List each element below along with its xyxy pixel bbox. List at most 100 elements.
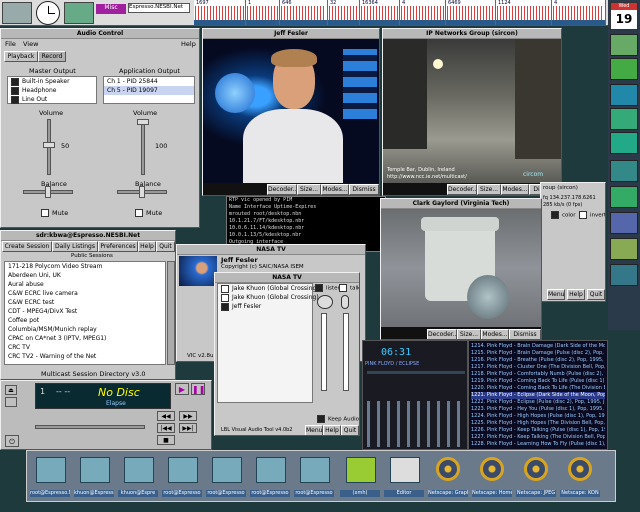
app-balance-thumb[interactable] xyxy=(139,186,145,198)
taskbar-icon-terminal[interactable]: khuon@Espre xyxy=(118,455,158,497)
quit-button[interactable]: Quit xyxy=(587,289,605,300)
xmms-equalizer[interactable] xyxy=(367,401,465,447)
power-icon[interactable]: ⏻ xyxy=(5,435,19,447)
dock-tile-1[interactable] xyxy=(610,34,638,56)
next-track-icon[interactable]: ▶▶| xyxy=(179,423,197,433)
listen-toggle[interactable]: listen xyxy=(315,284,341,292)
modes-button[interactable]: Modes... xyxy=(481,329,509,339)
mailbox-icon[interactable] xyxy=(2,2,32,24)
participant-item[interactable]: Jake Khuon (Global Crossing) xyxy=(218,284,319,293)
mute-checkbox[interactable] xyxy=(41,209,49,217)
session-item[interactable]: 171-218 Polycom Video Stream xyxy=(5,262,165,271)
session-item[interactable]: Coffee pot xyxy=(5,316,165,325)
taskbar-icon-netscape-wheel[interactable]: Netscape: Home xyxy=(472,455,512,497)
taskbar-icon-netscape-wheel[interactable]: Netscape: KON xyxy=(560,455,600,497)
playlist-item[interactable]: 1218. Pink Floyd - Comfortably Numb (Pul… xyxy=(471,371,605,378)
checkbox[interactable] xyxy=(551,211,559,219)
help-button[interactable]: Help xyxy=(323,425,341,435)
prev-track-icon[interactable]: |◀◀ xyxy=(157,423,175,433)
menu-button[interactable]: Menu xyxy=(305,425,323,435)
playlist-item[interactable]: 1219. Pink Floyd - Coming Back To Life (… xyxy=(471,378,605,385)
rewind-icon[interactable]: ◀◀ xyxy=(157,411,175,421)
app-mute[interactable]: Mute xyxy=(135,209,162,217)
quit-button[interactable]: Quit xyxy=(156,241,175,252)
cd-volume-slider[interactable] xyxy=(35,425,145,429)
playlist-item[interactable]: 1227. Pink Floyd - Keep Talking (The Div… xyxy=(471,434,605,441)
size-button[interactable]: Size... xyxy=(297,184,321,195)
checkbox[interactable] xyxy=(579,211,587,219)
app-volume-slider[interactable] xyxy=(141,119,145,175)
master-mute[interactable]: Mute xyxy=(41,209,68,217)
app-item[interactable]: Ch 5 - PID 19097 xyxy=(104,86,194,95)
microphone-icon[interactable] xyxy=(341,295,349,309)
talk-volume-slider[interactable] xyxy=(343,313,349,391)
master-item-speaker[interactable]: Built-in Speaker xyxy=(8,77,96,86)
decoder-button[interactable]: Decoder... xyxy=(447,184,478,195)
checkbox[interactable] xyxy=(221,284,229,293)
dock-tile-2[interactable] xyxy=(610,58,638,80)
eject-icon[interactable]: ⏏ xyxy=(5,385,17,395)
participant-item[interactable]: Jeff Fesler xyxy=(218,302,312,311)
menu-file[interactable]: File xyxy=(5,40,16,48)
checkbox[interactable] xyxy=(317,415,325,423)
playlist-item[interactable]: 1225. Pink Floyd - High Hopes (The Divis… xyxy=(471,420,605,427)
taskbar-icon-terminal[interactable]: root@Espresso xyxy=(162,455,202,497)
taskbar-icon-terminal[interactable]: root@Espresso xyxy=(206,455,246,497)
menu-help[interactable]: Help xyxy=(181,40,196,48)
stop-icon[interactable]: ■ xyxy=(157,435,175,445)
quit-button[interactable]: Quit xyxy=(341,425,359,435)
dock-tile-9[interactable] xyxy=(610,238,638,260)
playlist-item[interactable]: 1215. Pink Floyd - Brain Damage (Pulse (… xyxy=(471,350,605,357)
xmms-seek-bar[interactable] xyxy=(367,371,465,374)
session-item[interactable]: CPAC on CA*net 3 (IPTV, MPEG1) xyxy=(5,334,165,343)
taskbar-icon-editor[interactable]: Editor xyxy=(384,455,424,497)
color-toggle[interactable]: color xyxy=(551,211,576,219)
speaker-icon[interactable] xyxy=(317,295,333,309)
playlist-item[interactable]: 1221. Pink Floyd - Eclipse (Dark Side of… xyxy=(471,392,605,399)
dock-tile-6[interactable] xyxy=(610,160,638,182)
master-item-headphone[interactable]: Headphone xyxy=(8,86,96,95)
playlist-item[interactable]: 1222. Pink Floyd - Eclipse (Pulse (disc … xyxy=(471,399,605,406)
playlist-item[interactable]: 1214. Pink Floyd - Brain Damage (Dark Si… xyxy=(471,343,605,350)
invert-toggle[interactable]: invert xyxy=(579,211,605,219)
master-volume-thumb[interactable] xyxy=(43,142,55,148)
modes-button[interactable]: Modes... xyxy=(321,184,349,195)
dock-tile-10[interactable] xyxy=(610,264,638,286)
forward-icon[interactable]: ▶▶ xyxy=(179,411,197,421)
checkbox[interactable] xyxy=(339,284,347,292)
help-button[interactable]: Help xyxy=(567,289,585,300)
daily-listings-button[interactable]: Daily Listings xyxy=(52,241,98,252)
session-item[interactable]: CRC TV2 - Warning of the Net xyxy=(5,352,165,361)
session-item[interactable]: Columbia/MSM/Munich replay xyxy=(5,325,165,334)
dock-tile-8[interactable] xyxy=(610,212,638,234)
taskbar-icon-terminal[interactable]: khuon@Espresso.NESBI.Net xyxy=(74,455,114,497)
checkbox[interactable] xyxy=(221,293,229,302)
size-button[interactable]: Size... xyxy=(457,329,481,339)
dock-tile-5[interactable] xyxy=(610,132,638,154)
playlist-item[interactable]: 1228. Pink Floyd - Learning How To Fly (… xyxy=(471,441,605,448)
play-icon[interactable]: ▶ xyxy=(175,383,189,395)
menu-view[interactable]: View xyxy=(23,40,38,48)
taskbar-icon-terminal[interactable]: root@Espresso xyxy=(250,455,290,497)
mute-checkbox[interactable] xyxy=(135,209,143,217)
taskbar-icon-netscape-wheel[interactable]: Netscape: JPEG xyxy=(516,455,556,497)
decoder-button[interactable]: Decoder... xyxy=(267,184,298,195)
participant-item[interactable]: Jake Khuon (Global Crossing) xyxy=(218,293,319,302)
checkbox[interactable] xyxy=(11,77,19,86)
session-item[interactable]: C&W ECRC test xyxy=(5,298,165,307)
session-item[interactable]: Aberdeen Uni, UK xyxy=(5,271,165,280)
keep-audio-toggle[interactable]: Keep Audio xyxy=(317,415,359,423)
monitor-icon[interactable] xyxy=(64,2,94,24)
size-button[interactable]: Size... xyxy=(477,184,501,195)
preferences-button[interactable]: Preferences xyxy=(98,241,138,252)
video-thumbnail[interactable] xyxy=(179,256,217,286)
app-volume-thumb[interactable] xyxy=(137,119,149,125)
session-item[interactable]: CDT - MPEG4/DivX Test xyxy=(5,307,165,316)
dismiss-button[interactable]: Dismiss xyxy=(509,329,541,339)
modes-button[interactable]: Modes... xyxy=(501,184,529,195)
xmms-playlist[interactable]: 1214. Pink Floyd - Brain Damage (Dark Si… xyxy=(468,340,608,450)
lock-icon[interactable] xyxy=(5,397,17,407)
menu-button[interactable]: Menu xyxy=(547,289,565,300)
master-item-lineout[interactable]: Line Out xyxy=(8,95,96,104)
talk-toggle[interactable]: talk xyxy=(339,284,359,292)
